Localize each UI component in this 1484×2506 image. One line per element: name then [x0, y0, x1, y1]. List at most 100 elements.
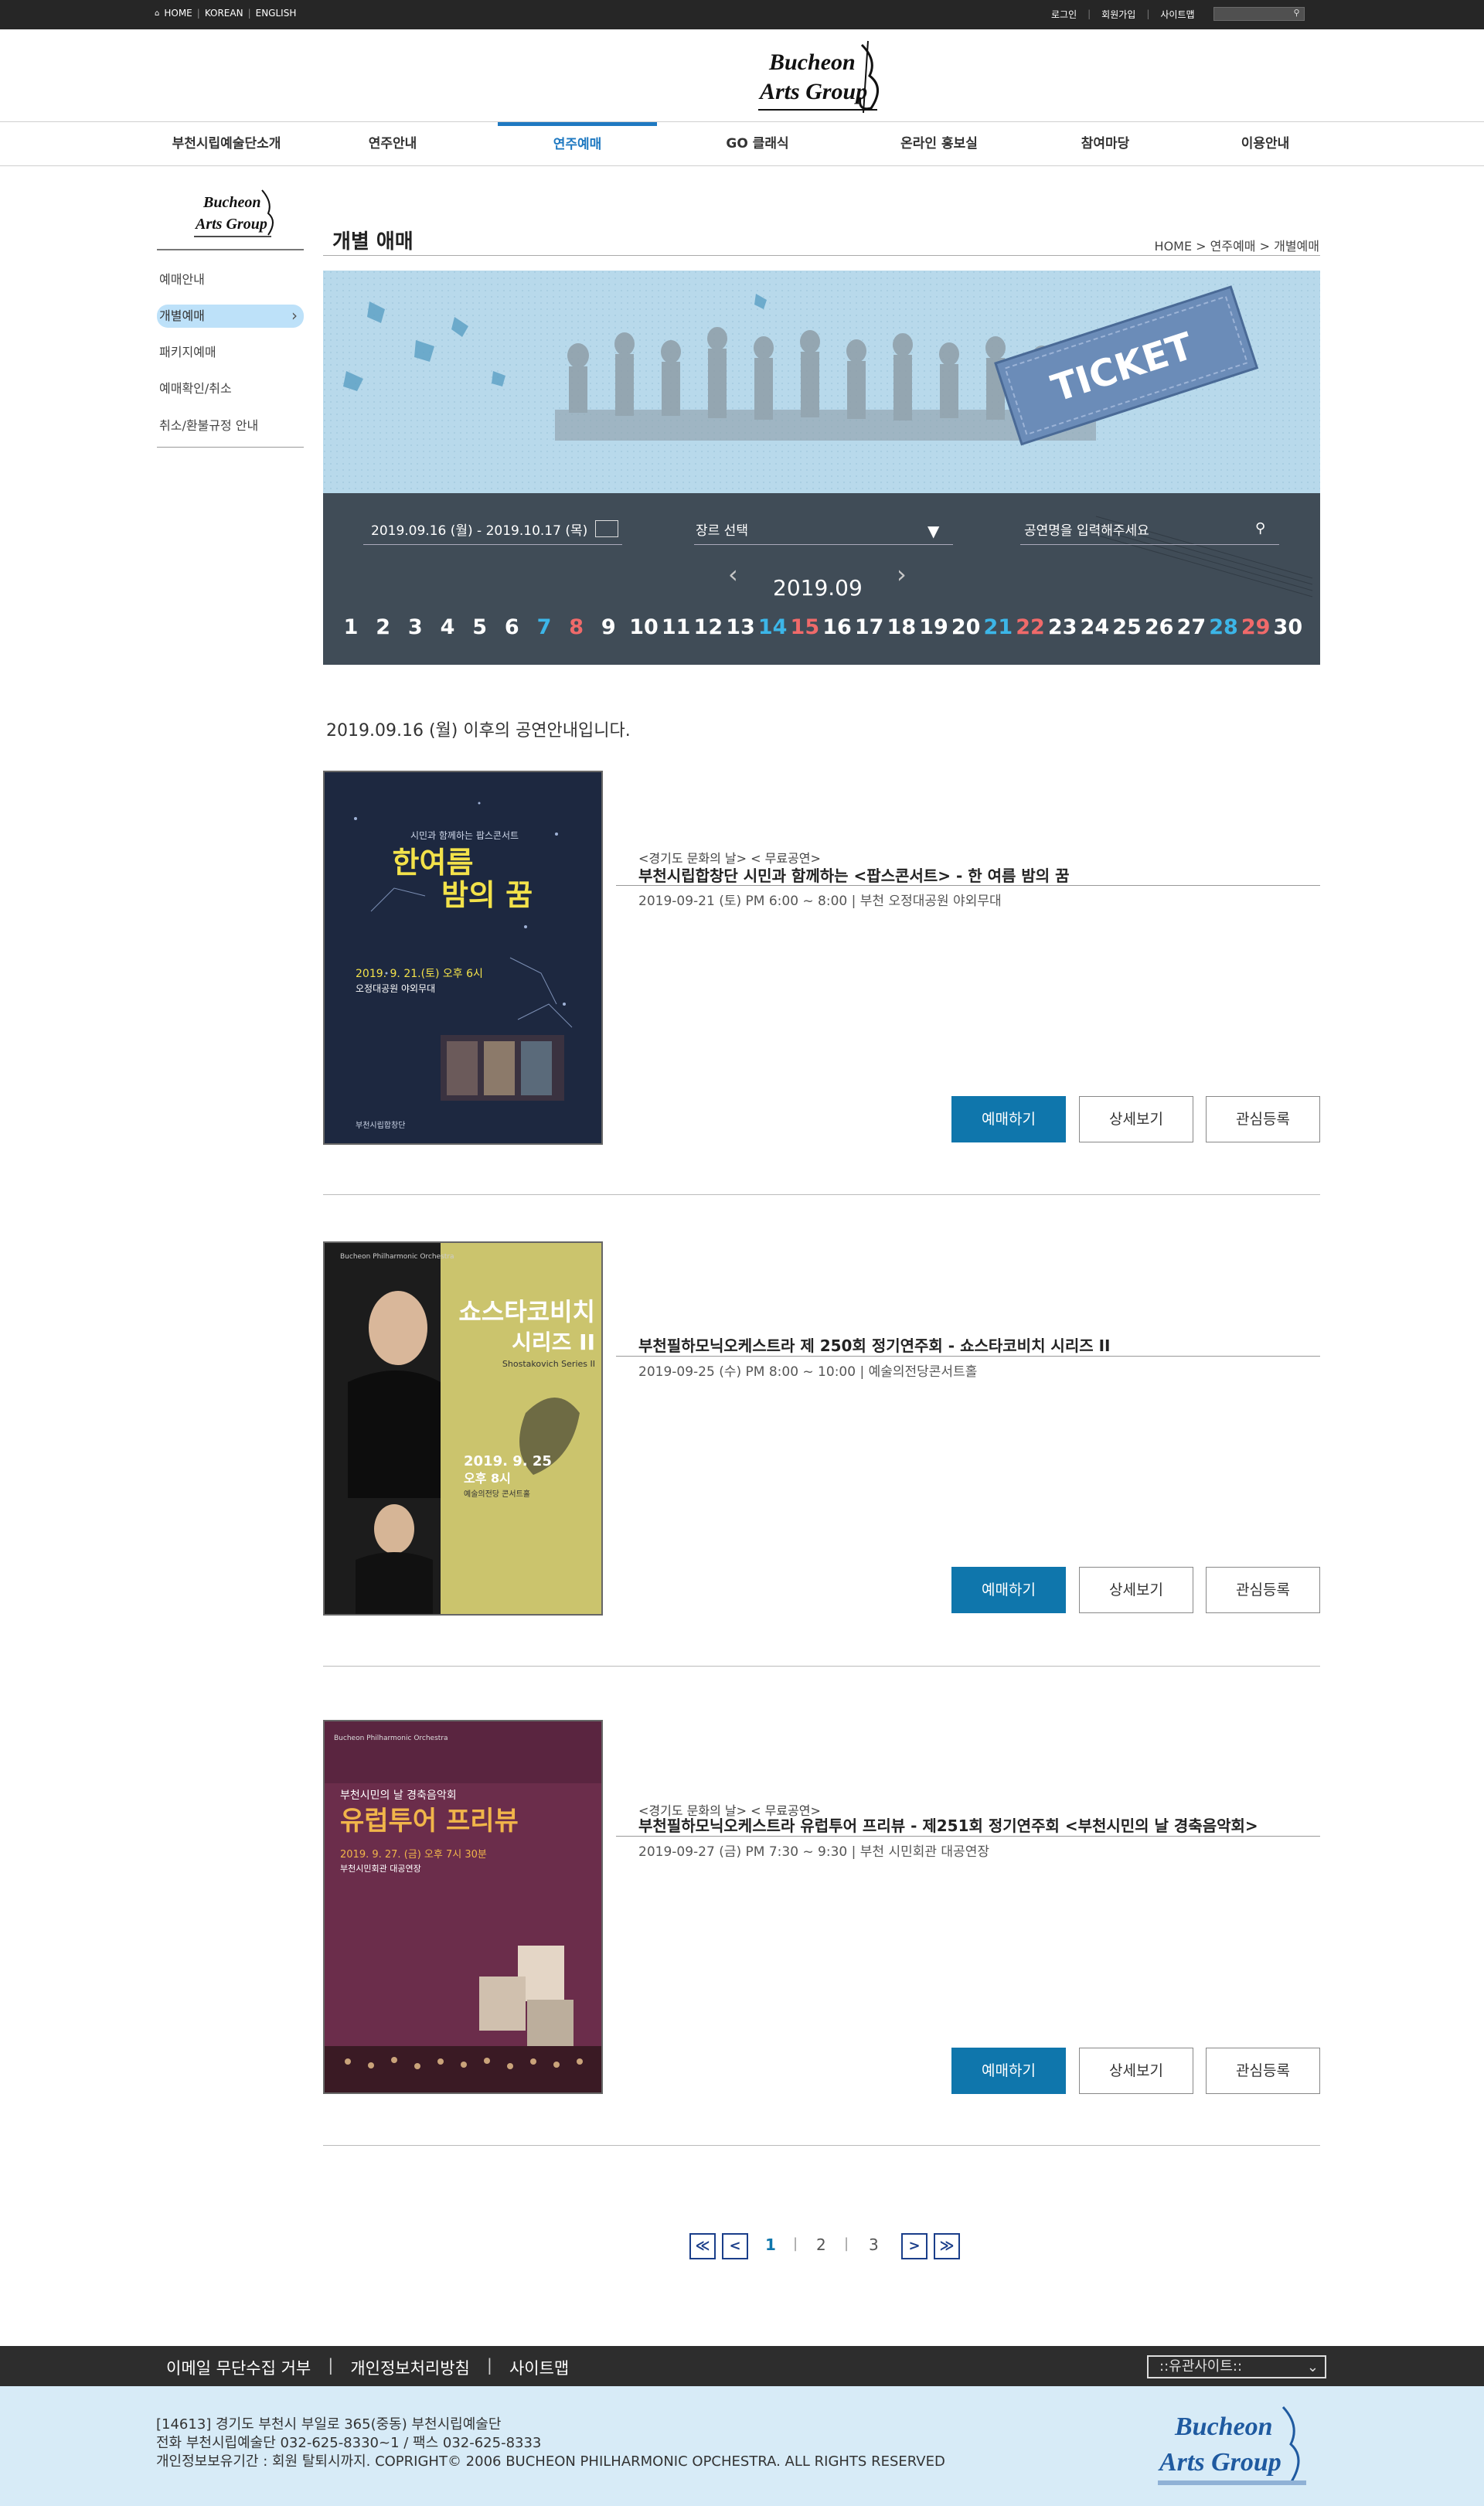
day-12[interactable]: 12 — [693, 615, 723, 639]
day-7[interactable]: 7 — [529, 615, 560, 639]
day-6[interactable]: 6 — [496, 615, 527, 639]
english-link[interactable]: ENGLISH — [256, 8, 297, 19]
page-number[interactable]: 3 — [869, 2235, 879, 2254]
genre-select[interactable]: 장르 선택 — [696, 519, 748, 539]
book-button[interactable]: 예매하기 — [951, 1567, 1066, 1613]
privacy-policy-link[interactable]: 개인정보처리방침 — [350, 2356, 470, 2379]
top-search-input[interactable]: ⚲ — [1213, 7, 1305, 21]
chevron-down-icon[interactable]: ▼ — [928, 522, 939, 540]
day-1[interactable]: 1 — [335, 615, 366, 639]
gnb-item-community[interactable]: 참여마당 — [1036, 122, 1175, 165]
search-icon[interactable]: ⚲ — [1255, 520, 1265, 536]
next-page-button[interactable]: > — [901, 2233, 928, 2259]
korean-link[interactable]: KOREAN — [205, 8, 243, 19]
site-logo[interactable]: Bucheon Arts Group — [754, 37, 893, 117]
event-poster[interactable]: Bucheon Philharmonic Orchestra 부천시민의 날 경… — [323, 1720, 603, 2094]
day-20[interactable]: 20 — [951, 615, 982, 639]
svg-text:Bucheon: Bucheon — [1174, 2412, 1273, 2441]
detail-button[interactable]: 상세보기 — [1079, 2048, 1193, 2094]
day-18[interactable]: 18 — [886, 615, 917, 639]
favorite-button[interactable]: 관심등록 — [1206, 1096, 1320, 1142]
gnb-item-go-classic[interactable]: GO 클래식 — [688, 122, 827, 165]
day-15[interactable]: 15 — [789, 615, 820, 639]
day-23[interactable]: 23 — [1047, 615, 1078, 639]
footer-links-bar: 이메일 무단수집 거부 | 개인정보처리방침 | 사이트맵 ::유관사이트:: … — [0, 2346, 1484, 2386]
gnb-item-guide[interactable]: 이용안내 — [1196, 122, 1335, 165]
gnb-item-pr[interactable]: 온라인 홍보실 — [870, 122, 1009, 165]
day-9[interactable]: 9 — [593, 615, 624, 639]
day-14[interactable]: 14 — [757, 615, 788, 639]
separator: | — [1087, 9, 1091, 19]
home-icon[interactable]: ⌂ — [155, 9, 159, 18]
favorite-button[interactable]: 관심등록 — [1206, 1567, 1320, 1613]
gnb-item-about[interactable]: 부천시립예술단소개 — [157, 122, 296, 165]
first-page-button[interactable]: ≪ — [689, 2233, 716, 2259]
join-link[interactable]: 회원가입 — [1101, 8, 1135, 21]
event-title[interactable]: 부천시립합창단 시민과 함께하는 <팝스콘서트> - 한 여름 밤의 꿈 — [638, 863, 1070, 886]
detail-button[interactable]: 상세보기 — [1079, 1567, 1193, 1613]
event-poster[interactable]: 시민과 함께하는 팝스콘서트 한여름 밤의 꿈 2019. 9. 21.(토) … — [323, 771, 603, 1145]
next-month-button[interactable]: › — [897, 560, 907, 589]
prev-month-button[interactable]: ‹ — [728, 560, 738, 589]
gnb-item-concerts[interactable]: 연주안내 — [323, 122, 462, 165]
day-13[interactable]: 13 — [725, 615, 756, 639]
search-icon[interactable]: ⚲ — [1294, 8, 1300, 18]
date-range-field[interactable]: 2019.09.16 (월) - 2019.10.17 (목) — [371, 519, 587, 539]
book-button[interactable]: 예매하기 — [951, 2048, 1066, 2094]
day-29[interactable]: 29 — [1241, 615, 1271, 639]
separator: | — [844, 2235, 849, 2252]
day-19[interactable]: 19 — [918, 615, 949, 639]
listing-summary: 2019.09.16 (월) 이후의 공연안내입니다. — [326, 721, 631, 741]
day-21[interactable]: 21 — [982, 615, 1013, 639]
favorite-button[interactable]: 관심등록 — [1206, 2048, 1320, 2094]
lnb-item-refund[interactable]: 취소/환불규정 안내 — [157, 414, 304, 438]
sitemap-link[interactable]: 사이트맵 — [1160, 8, 1194, 21]
day-4[interactable]: 4 — [432, 615, 463, 639]
svg-text:Arts Group: Arts Group — [1158, 2448, 1281, 2477]
day-25[interactable]: 25 — [1111, 615, 1142, 639]
last-page-button[interactable]: ≫ — [934, 2233, 960, 2259]
footer-sitemap-link[interactable]: 사이트맵 — [509, 2356, 569, 2379]
page-number[interactable]: 1 — [765, 2235, 776, 2254]
day-8[interactable]: 8 — [561, 615, 592, 639]
family-site-select[interactable]: ::유관사이트:: ⌄ — [1147, 2355, 1326, 2378]
day-5[interactable]: 5 — [465, 615, 495, 639]
day-27[interactable]: 27 — [1176, 615, 1207, 639]
footer-logo: Bucheon Arts Group — [1152, 2396, 1314, 2493]
day-10[interactable]: 10 — [628, 615, 659, 639]
book-button[interactable]: 예매하기 — [951, 1096, 1066, 1142]
day-30[interactable]: 30 — [1272, 615, 1303, 639]
divider — [616, 885, 1320, 886]
day-2[interactable]: 2 — [368, 615, 399, 639]
day-24[interactable]: 24 — [1079, 615, 1110, 639]
page-number[interactable]: 2 — [816, 2235, 826, 2254]
svg-text:2019. 9. 25: 2019. 9. 25 — [464, 1453, 552, 1469]
event-title[interactable]: 부천필하모닉오케스트라 유럽투어 프리뷰 - 제251회 정기연주회 <부천시민… — [638, 1813, 1258, 1836]
login-link[interactable]: 로그인 — [1051, 8, 1077, 21]
lnb-item-check-cancel[interactable]: 예매확인/취소 — [157, 377, 304, 400]
no-email-collection-link[interactable]: 이메일 무단수집 거부 — [166, 2356, 311, 2379]
breadcrumb: HOME > 연주예매 > 개별예매 — [1154, 239, 1319, 254]
day-26[interactable]: 26 — [1144, 615, 1175, 639]
member-links: 로그인 | 회원가입 | 사이트맵 ⚲ — [1051, 7, 1305, 21]
day-17[interactable]: 17 — [854, 615, 885, 639]
divider — [694, 544, 953, 545]
gnb-item-booking[interactable]: 연주예매 — [498, 122, 657, 165]
performance-search-input[interactable]: 공연명을 입력해주세요 — [1024, 519, 1149, 539]
event-poster[interactable]: Bucheon Philharmonic Orchestra 쇼스타코비치 시리… — [323, 1241, 603, 1616]
event-title[interactable]: 부천필하모닉오케스트라 제 250회 정기연주회 - 쇼스타코비치 시리즈 II — [638, 1333, 1110, 1356]
detail-button[interactable]: 상세보기 — [1079, 1096, 1193, 1142]
day-3[interactable]: 3 — [400, 615, 431, 639]
home-link[interactable]: HOME — [164, 8, 192, 19]
prev-page-button[interactable]: < — [722, 2233, 748, 2259]
calendar-icon[interactable] — [595, 520, 618, 537]
day-28[interactable]: 28 — [1208, 615, 1239, 639]
day-11[interactable]: 11 — [661, 615, 692, 639]
day-16[interactable]: 16 — [822, 615, 853, 639]
svg-text:쇼스타코비치: 쇼스타코비치 — [458, 1297, 595, 1326]
day-22[interactable]: 22 — [1015, 615, 1046, 639]
event-info: 2019-09-27 (금) PM 7:30 ~ 9:30 | 부천 시민회관 … — [638, 1844, 989, 1860]
lnb-item-package[interactable]: 패키지예매 — [157, 341, 304, 364]
lnb-item-individual[interactable]: 개별예매 — [157, 304, 304, 328]
lnb-item-guide[interactable]: 예매안내 — [157, 268, 304, 291]
